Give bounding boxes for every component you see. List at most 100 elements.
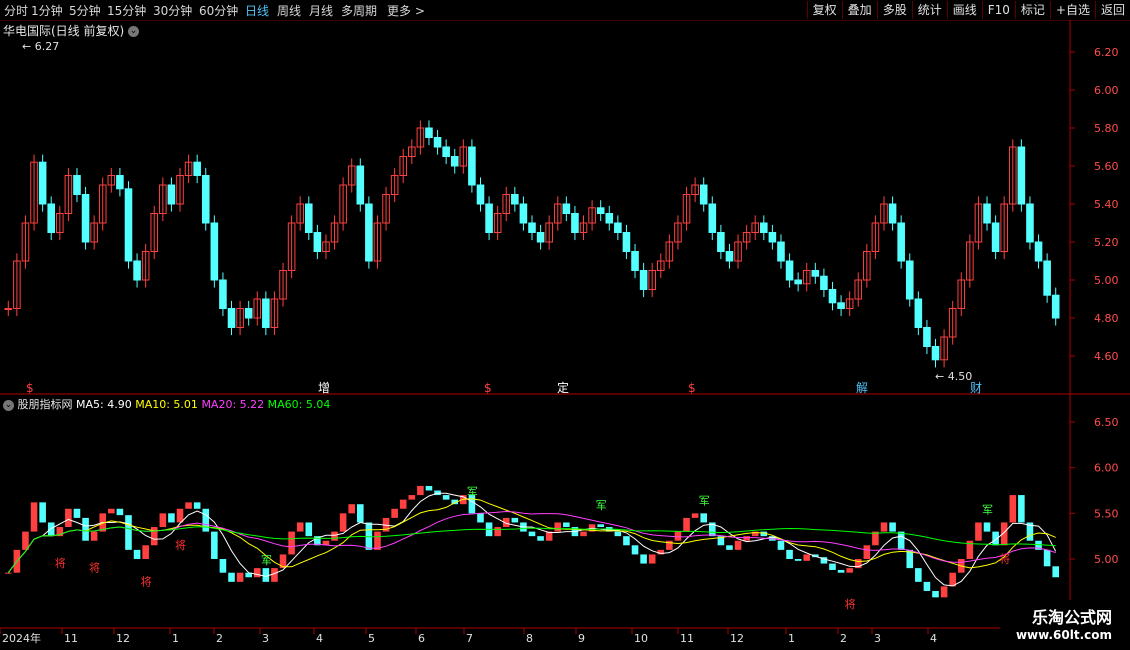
- ind-candle: [142, 545, 149, 559]
- ind-candle: [47, 522, 55, 537]
- candle-body: [468, 146, 476, 186]
- y-tick-label-4: 5.40: [1094, 198, 1119, 211]
- candle-body: [777, 241, 785, 262]
- ind-candle: [65, 508, 72, 528]
- candle-body: [442, 146, 450, 157]
- ind-candle: [614, 531, 622, 537]
- ind-candle: [211, 531, 218, 559]
- candle-body: [614, 222, 622, 233]
- y-tick-label-3: 5.60: [1094, 160, 1119, 173]
- candle-body: [897, 222, 905, 262]
- candle-body: [124, 188, 133, 262]
- ind-candle: [777, 540, 785, 550]
- ind-candle: [331, 531, 338, 541]
- ind-candle: [554, 522, 562, 532]
- candle-body: [699, 184, 708, 205]
- candle-body: [1026, 203, 1034, 243]
- candle-body: [811, 270, 820, 277]
- ind-candle: [228, 572, 235, 582]
- sell-signal: 军: [596, 499, 607, 512]
- candle-body: [708, 203, 717, 233]
- ind-candle: [897, 531, 905, 550]
- ind-candle: [932, 590, 939, 598]
- candle-body: [768, 232, 777, 243]
- ind-candle: [5, 572, 12, 574]
- candle-body: [1043, 260, 1051, 296]
- event-marker-5: 解: [856, 381, 868, 395]
- buy-signal: 将: [89, 562, 100, 575]
- buy-signal: 将: [55, 557, 66, 570]
- ind-candle: [786, 549, 793, 559]
- candle-body: [193, 161, 201, 176]
- candle-body: [304, 203, 313, 233]
- candle-body: [511, 194, 519, 205]
- ind-tick-label-2: 5.50: [1094, 507, 1119, 520]
- candle-body: [356, 165, 365, 205]
- ind-candle: [537, 536, 544, 541]
- candle-body: [476, 184, 485, 205]
- candle-body: [425, 127, 433, 138]
- ind-candle: [408, 495, 416, 500]
- ind-candle: [623, 536, 630, 546]
- ind-candle: [691, 513, 699, 518]
- date-label-0: 2024年: [2, 631, 41, 645]
- candle-body: [837, 302, 845, 309]
- buy-signal: 将: [999, 552, 1010, 565]
- ind-candle: [940, 586, 948, 598]
- ind-candle: [262, 568, 270, 582]
- ind-candle: [116, 508, 124, 516]
- candle-body: [596, 207, 605, 215]
- ind-candle: [305, 522, 313, 537]
- date-label-2: 12: [116, 632, 130, 645]
- candle-body: [820, 275, 828, 291]
- candle-body: [116, 175, 124, 190]
- ind-candle: [1009, 495, 1017, 523]
- candle-body: [227, 308, 236, 328]
- buy-signal: 将: [845, 598, 856, 611]
- ind-candle: [168, 513, 175, 523]
- ind-candle: [271, 568, 278, 582]
- ind-candle: [425, 485, 433, 491]
- kline-chart[interactable]: 6.20 6.00 5.80 5.60 5.40 5.20 5.00 4.80 4.60 6.50…: [0, 0, 1130, 650]
- ind-candle: [889, 522, 896, 532]
- candle-body: [81, 194, 90, 243]
- date-label-1: 11: [64, 632, 78, 645]
- candle-body: [923, 327, 931, 347]
- candle-body: [485, 203, 493, 233]
- ind-candle: [22, 531, 29, 550]
- ind-candle: [511, 517, 519, 523]
- event-marker-6: 财: [970, 381, 982, 395]
- date-label-18: 4: [930, 632, 937, 645]
- candle-body: [167, 184, 176, 205]
- watermark-url: www.60lt.com: [1015, 628, 1112, 642]
- ind-candle: [30, 502, 38, 532]
- candle-body: [528, 222, 536, 233]
- date-label-6: 4: [316, 632, 323, 645]
- high-price-label: ← 6.27: [22, 40, 59, 53]
- ind-candle: [674, 531, 682, 541]
- ind-candle: [159, 513, 167, 528]
- ind-candle: [794, 559, 802, 561]
- ind-candle: [1018, 495, 1025, 523]
- candle-body: [519, 203, 528, 224]
- ind-candle: [734, 540, 742, 550]
- ind-candle: [640, 554, 647, 564]
- ind-candle: [296, 522, 304, 532]
- candle-body: [38, 161, 47, 205]
- candle-body: [73, 175, 81, 195]
- buy-signal: 将: [175, 539, 186, 552]
- ind-candle: [880, 522, 888, 532]
- date-label-5: 3: [262, 632, 269, 645]
- ind-tick-label-1: 6.00: [1094, 462, 1119, 475]
- candle-body: [244, 308, 253, 319]
- ind-candle: [477, 513, 484, 523]
- candle-body: [433, 137, 442, 148]
- event-marker-2: $: [484, 381, 492, 395]
- ind-candle: [253, 568, 261, 578]
- ind-candle: [357, 504, 364, 523]
- ind-candle: [133, 549, 141, 559]
- candle-body: [571, 213, 579, 233]
- ind-candle: [846, 568, 853, 573]
- y-tick-label-7: 4.80: [1094, 312, 1119, 325]
- candle-body: [365, 203, 373, 262]
